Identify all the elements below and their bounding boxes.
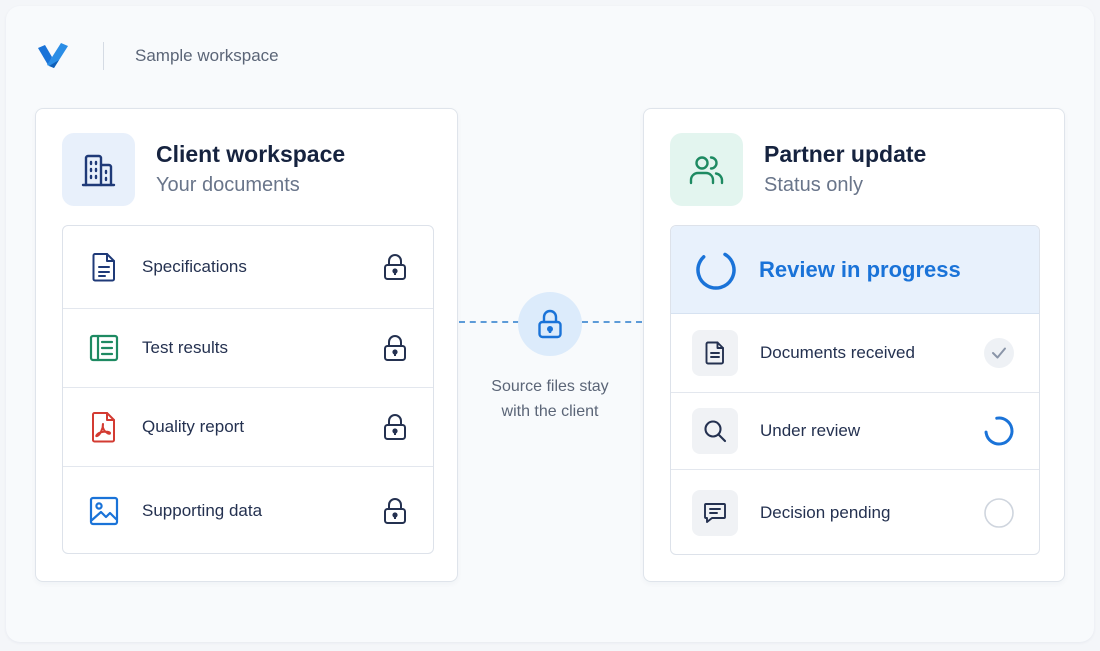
partner-card-subtitle: Status only <box>764 173 863 196</box>
comment-icon <box>692 489 738 536</box>
partner-card-header: Partner update Status only <box>670 133 926 206</box>
header-divider <box>103 42 104 70</box>
file-label: Supporting data <box>142 501 263 520</box>
list-item[interactable]: Specifications <box>63 226 433 309</box>
client-card-header: Client workspace Your documents <box>62 133 345 206</box>
image-icon <box>89 496 119 526</box>
document-icon <box>89 252 119 282</box>
spreadsheet-icon <box>89 333 119 363</box>
connector-lock-badge <box>518 292 582 356</box>
lock-icon <box>384 498 406 524</box>
building-icon <box>62 133 135 206</box>
list-item[interactable]: Quality report <box>63 388 433 467</box>
status-step: Decision pending <box>671 470 1039 554</box>
lock-icon <box>384 254 406 280</box>
users-icon <box>670 133 743 206</box>
status-header: Review in progress <box>671 226 1039 314</box>
status-panel: Review in progress Documents received Un… <box>670 225 1040 555</box>
pending-circle-icon <box>984 497 1014 528</box>
lock-icon <box>384 335 406 361</box>
client-card-subtitle: Your documents <box>156 173 300 196</box>
list-item[interactable]: Supporting data <box>63 467 433 553</box>
client-card-title: Client workspace <box>156 140 346 167</box>
header: Sample workspace <box>35 38 279 74</box>
partner-update-card: Partner update Status only Review in pro… <box>643 108 1065 582</box>
pdf-icon <box>89 412 119 443</box>
connector-line-right <box>582 321 642 323</box>
status-title: Review in progress <box>759 256 961 282</box>
lock-icon <box>384 414 406 440</box>
document-icon <box>692 330 738 376</box>
client-workspace-card: Client workspace Your documents Specific… <box>35 108 458 582</box>
brand-logo-icon[interactable] <box>35 40 71 72</box>
caption-line: with the client <box>501 403 599 420</box>
progress-spinner-icon <box>984 416 1014 446</box>
status-step: Under review <box>671 393 1039 470</box>
caption-line: Source files stay <box>491 378 609 395</box>
connector-line-left <box>459 321 519 323</box>
connector-caption: Source files stay with the client <box>470 374 630 424</box>
step-label: Documents received <box>760 343 915 362</box>
list-item[interactable]: Test results <box>63 309 433 388</box>
check-icon <box>984 338 1014 368</box>
partner-card-title: Partner update <box>764 140 927 167</box>
workspace-name[interactable]: Sample workspace <box>135 46 279 66</box>
file-label: Test results <box>142 338 228 357</box>
search-icon <box>692 408 738 454</box>
spinner-icon <box>696 249 736 290</box>
document-list: Specifications Test results Quality repo… <box>62 225 434 554</box>
step-label: Under review <box>760 421 861 440</box>
file-label: Specifications <box>142 257 247 276</box>
status-step: Documents received <box>671 314 1039 393</box>
step-label: Decision pending <box>760 502 891 522</box>
lock-icon <box>538 309 562 339</box>
file-label: Quality report <box>142 417 245 436</box>
